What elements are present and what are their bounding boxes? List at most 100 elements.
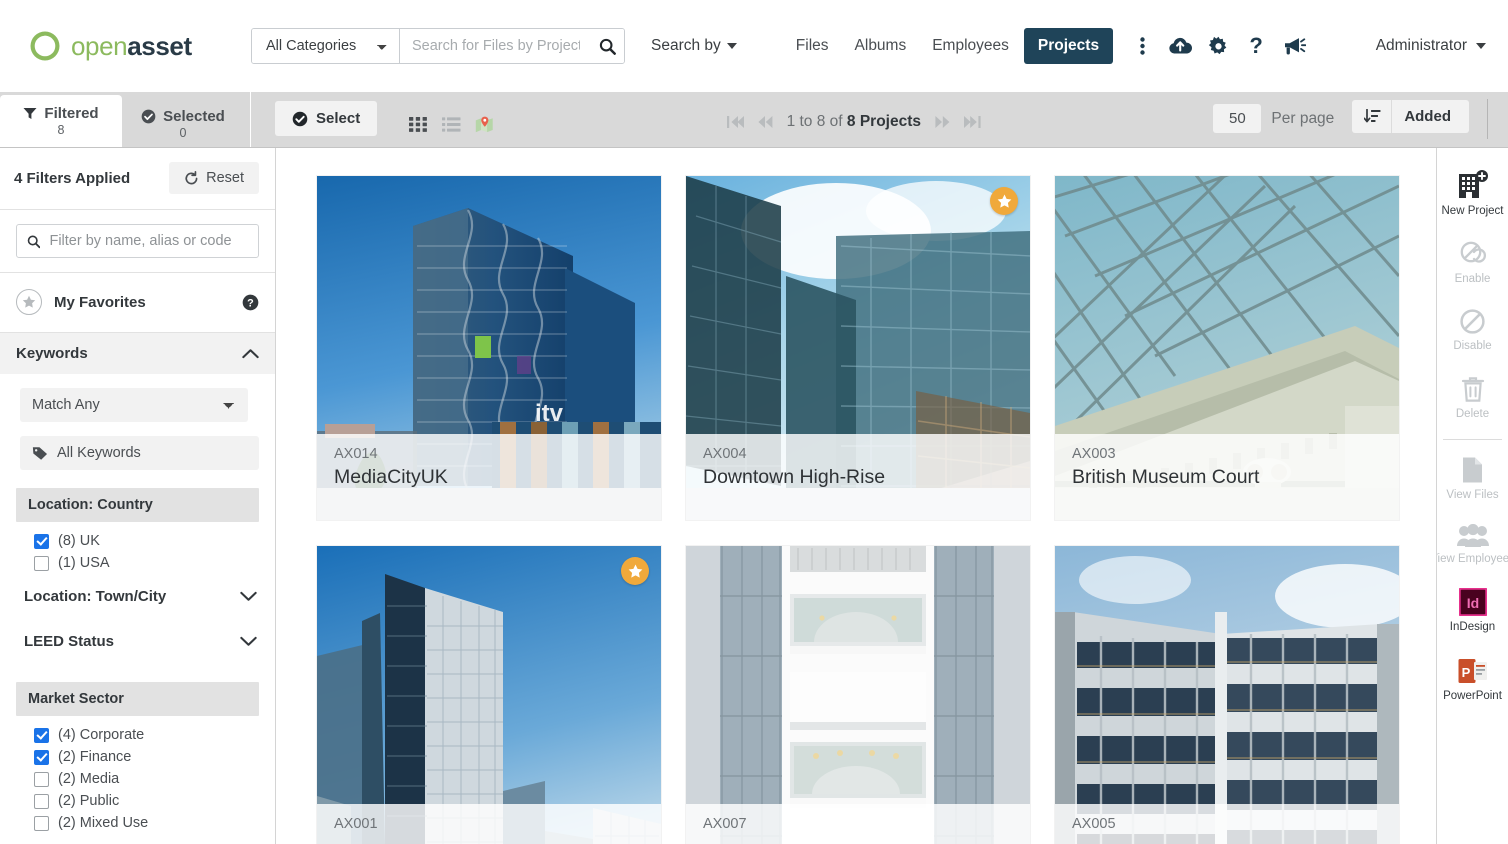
project-card[interactable]: AX003 British Museum Court [1055,176,1399,520]
project-card[interactable]: AX004 Downtown High-Rise [686,176,1030,520]
per-page-value[interactable]: 50 [1213,104,1262,133]
rail-item-indesign[interactable]: Id InDesign [1437,578,1508,646]
filter-option-media[interactable]: (2) Media [0,768,275,790]
search-input[interactable] [400,29,590,63]
user-menu[interactable]: Administrator [1376,37,1486,55]
select-button[interactable]: Select [275,101,378,136]
grid-view-icon[interactable] [409,117,428,132]
filter-option-uk[interactable]: (8) UK [0,530,275,552]
nav-item-projects[interactable]: Projects [1023,28,1114,64]
checkbox-checked-icon[interactable] [34,727,49,743]
settings-button[interactable] [1201,29,1235,63]
project-thumbnail [1055,546,1399,844]
keywords-group-title: Keywords [16,345,88,362]
project-code: AX003 [1072,446,1116,462]
rail-item-disable: Disable [1437,298,1508,365]
star-icon [997,194,1011,208]
page-body: 4 Filters Applied Reset Filter by name, … [0,148,1508,844]
kebab-menu-button[interactable] [1125,29,1159,63]
nav-item-albums[interactable]: Albums [844,29,918,63]
help-button[interactable]: ? [1239,29,1273,63]
all-keywords-label: All Keywords [57,445,141,461]
logo[interactable]: openasset [28,29,223,63]
name-filter-input[interactable] [49,233,248,249]
keyword-match-select[interactable]: Match Any [20,388,248,422]
tab-filtered-label: Filtered [44,105,99,122]
rail-item-enable: Enable [1437,230,1508,298]
chevron-down-icon [1476,43,1486,49]
sort-field-label[interactable]: Added [1391,100,1469,133]
project-thumbnail [686,546,1030,844]
list-view-icon[interactable] [442,117,461,132]
project-grid: itv AX014 MediaCityUK AX004 Downtown Hig… [317,176,1436,844]
search-by-dropdown[interactable]: Search by [651,37,737,55]
project-card-caption: AX003 British Museum Court [1055,434,1399,520]
filters-applied-label: 4 Filters Applied [14,169,131,187]
favorite-badge[interactable] [990,187,1018,215]
new-project-icon [1458,170,1488,198]
group-leed-status-header[interactable]: LEED Status [0,619,275,664]
rail-item-delete: Delete [1437,366,1508,433]
next-page-button[interactable] [935,115,950,129]
nav-item-files[interactable]: Files [785,29,840,63]
project-card[interactable]: AX007 [686,546,1030,844]
rail-item-new-project[interactable]: New Project [1437,160,1508,230]
checkbox-checked-icon[interactable] [34,749,49,765]
prev-page-button[interactable] [757,115,773,129]
search-submit-button[interactable] [590,29,624,63]
toolbar-divider-right [1486,99,1488,139]
project-card[interactable]: itv AX014 MediaCityUK [317,176,661,520]
my-favorites-row[interactable]: My Favorites ? [0,273,275,333]
tab-filtered[interactable]: Filtered 8 [0,95,122,147]
tab-selected[interactable]: Selected 0 [122,100,244,147]
per-page-control: 50 Per page [1213,104,1334,133]
name-filter [16,224,259,258]
chevron-down-icon [240,636,257,647]
gear-icon [1208,36,1226,54]
project-card[interactable]: AX005 [1055,546,1399,844]
group-market-sector-options: (4) Corporate (2) Finance (2) Media (2) … [0,716,275,834]
first-page-button[interactable] [726,115,744,129]
toolbar-divider [250,91,251,147]
all-keywords-chip[interactable]: All Keywords [20,436,259,470]
last-page-button[interactable] [964,115,981,129]
category-select[interactable]: All Categories [252,29,400,63]
kebab-menu-icon [1139,37,1145,55]
view-mode-toggles [409,116,494,133]
map-view-icon[interactable] [475,116,494,133]
filter-option-mixed-use[interactable]: (2) Mixed Use [0,812,275,834]
favorite-badge[interactable] [621,557,649,585]
filter-option-public[interactable]: (2) Public [0,790,275,812]
pagination-range: 1 to 8 of 8 Projects [786,113,922,130]
group-market-sector-header[interactable]: Market Sector [16,682,259,716]
checkbox-checked-icon[interactable] [34,533,49,549]
enable-icon [1460,241,1486,263]
announcements-button[interactable] [1277,29,1311,63]
filter-option-finance-label: (2) Finance [58,749,132,765]
help-icon[interactable]: ? [242,294,259,311]
group-location-city-header[interactable]: Location: Town/City [0,574,275,619]
group-location-country-header[interactable]: Location: Country [16,488,259,522]
rail-item-powerpoint[interactable]: P PowerPoint [1437,647,1508,715]
svg-text:P: P [1461,665,1470,680]
filter-option-finance[interactable]: (2) Finance [0,746,275,768]
checkbox-unchecked-icon[interactable] [34,815,49,831]
cloud-upload-button[interactable] [1163,29,1197,63]
chevron-down-icon [240,591,257,602]
keywords-group-header[interactable]: Keywords [0,333,275,374]
rail-label-delete: Delete [1455,407,1490,420]
rail-label-view-files: View Files [1446,488,1499,501]
check-circle-icon [292,111,308,126]
checkbox-unchecked-icon[interactable] [34,555,49,571]
checkbox-unchecked-icon[interactable] [34,771,49,787]
checkbox-unchecked-icon[interactable] [34,793,49,809]
filter-tabs: Filtered 8 Selected 0 [0,91,244,147]
reset-filters-button[interactable]: Reset [169,162,259,194]
nav-item-employees[interactable]: Employees [921,29,1020,63]
rail-label-enable: Enable [1454,273,1491,286]
project-card[interactable]: AX001 [317,546,661,844]
funnel-icon [23,108,37,119]
filter-option-corporate[interactable]: (4) Corporate [0,724,275,746]
filter-option-usa[interactable]: (1) USA [0,552,275,574]
sort-direction-icon[interactable] [1352,100,1391,133]
